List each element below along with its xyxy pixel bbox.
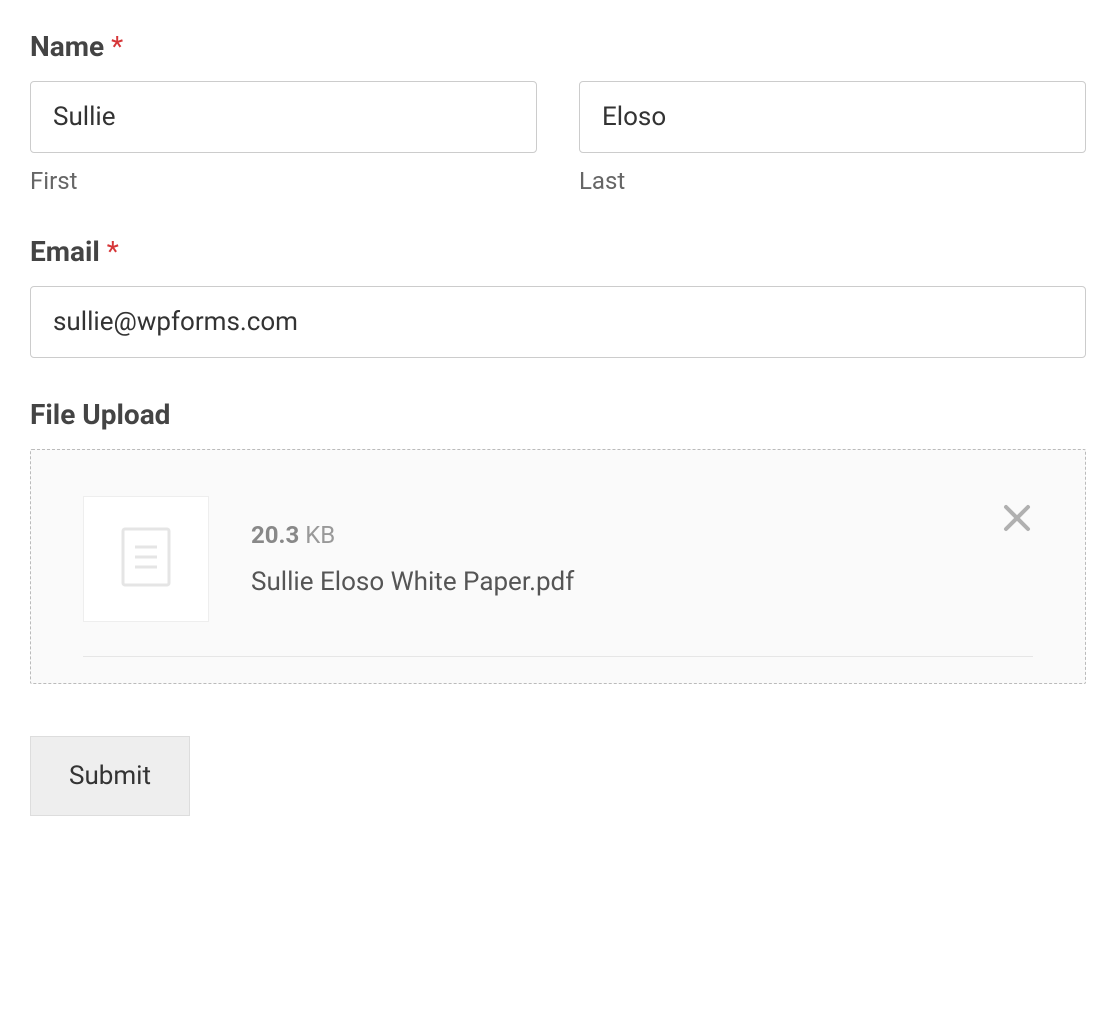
- name-label-text: Name: [30, 30, 104, 63]
- last-name-column: Last: [579, 81, 1086, 195]
- file-name: Sullie Eloso White Paper.pdf: [251, 567, 1033, 597]
- first-name-sublabel: First: [30, 167, 537, 195]
- email-input[interactable]: [30, 286, 1086, 358]
- last-name-input[interactable]: [579, 81, 1086, 153]
- last-name-sublabel: Last: [579, 167, 1086, 195]
- file-upload-label: File Upload: [30, 398, 1086, 431]
- uploaded-file-item: 20.3 KB Sullie Eloso White Paper.pdf: [83, 496, 1033, 657]
- email-label: Email *: [30, 235, 1086, 268]
- form-container: Name * First Last Email * File Upload: [30, 30, 1086, 816]
- file-info: 20.3 KB Sullie Eloso White Paper.pdf: [251, 521, 1033, 597]
- first-name-column: First: [30, 81, 537, 195]
- file-thumbnail: [83, 496, 209, 622]
- file-size-value: 20.3: [251, 521, 299, 549]
- name-required-asterisk: *: [111, 30, 123, 63]
- close-icon: [1002, 503, 1032, 537]
- file-upload-dropzone[interactable]: 20.3 KB Sullie Eloso White Paper.pdf: [30, 449, 1086, 684]
- email-label-text: Email: [30, 235, 100, 268]
- name-row: First Last: [30, 81, 1086, 195]
- file-upload-field-group: File Upload 20.3 K: [30, 398, 1086, 684]
- name-label: Name *: [30, 30, 1086, 63]
- document-icon: [121, 527, 171, 591]
- name-field-group: Name * First Last: [30, 30, 1086, 195]
- first-name-input[interactable]: [30, 81, 537, 153]
- email-required-asterisk: *: [107, 235, 119, 268]
- file-size: 20.3 KB: [251, 521, 1033, 549]
- remove-file-button[interactable]: [1001, 504, 1033, 536]
- file-size-unit: KB: [305, 521, 335, 549]
- submit-button[interactable]: Submit: [30, 736, 190, 816]
- email-field-group: Email *: [30, 235, 1086, 358]
